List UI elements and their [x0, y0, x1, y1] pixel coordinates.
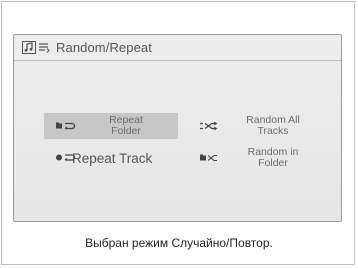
title-bar: Random/Repeat [14, 35, 341, 61]
random-all-tracks-button[interactable]: Random All Tracks [188, 113, 328, 139]
random-folder-icon [200, 154, 217, 162]
option-label: Repeat Folder [109, 114, 143, 137]
repeat-folder-icon [56, 122, 76, 130]
option-label: Random in Folder [247, 146, 299, 169]
shuffle-icon [200, 122, 218, 130]
random-in-folder-button[interactable]: Random in Folder [188, 145, 328, 171]
repeat-list-icon [39, 43, 50, 53]
repeat-folder-button[interactable]: Repeat Folder [44, 113, 178, 139]
figure-caption: Выбран режим Случайно/Повтор. [85, 236, 273, 250]
repeat-track-button[interactable]: Repeat Track [44, 145, 178, 171]
music-note-icon [22, 41, 36, 54]
window-title: Random/Repeat [56, 40, 152, 55]
option-label: Repeat Track [72, 150, 153, 166]
option-label: Random All Tracks [246, 114, 300, 137]
display-screen: Random/Repeat Repeat Folder Random All T… [13, 34, 342, 222]
title-icons [22, 41, 50, 54]
